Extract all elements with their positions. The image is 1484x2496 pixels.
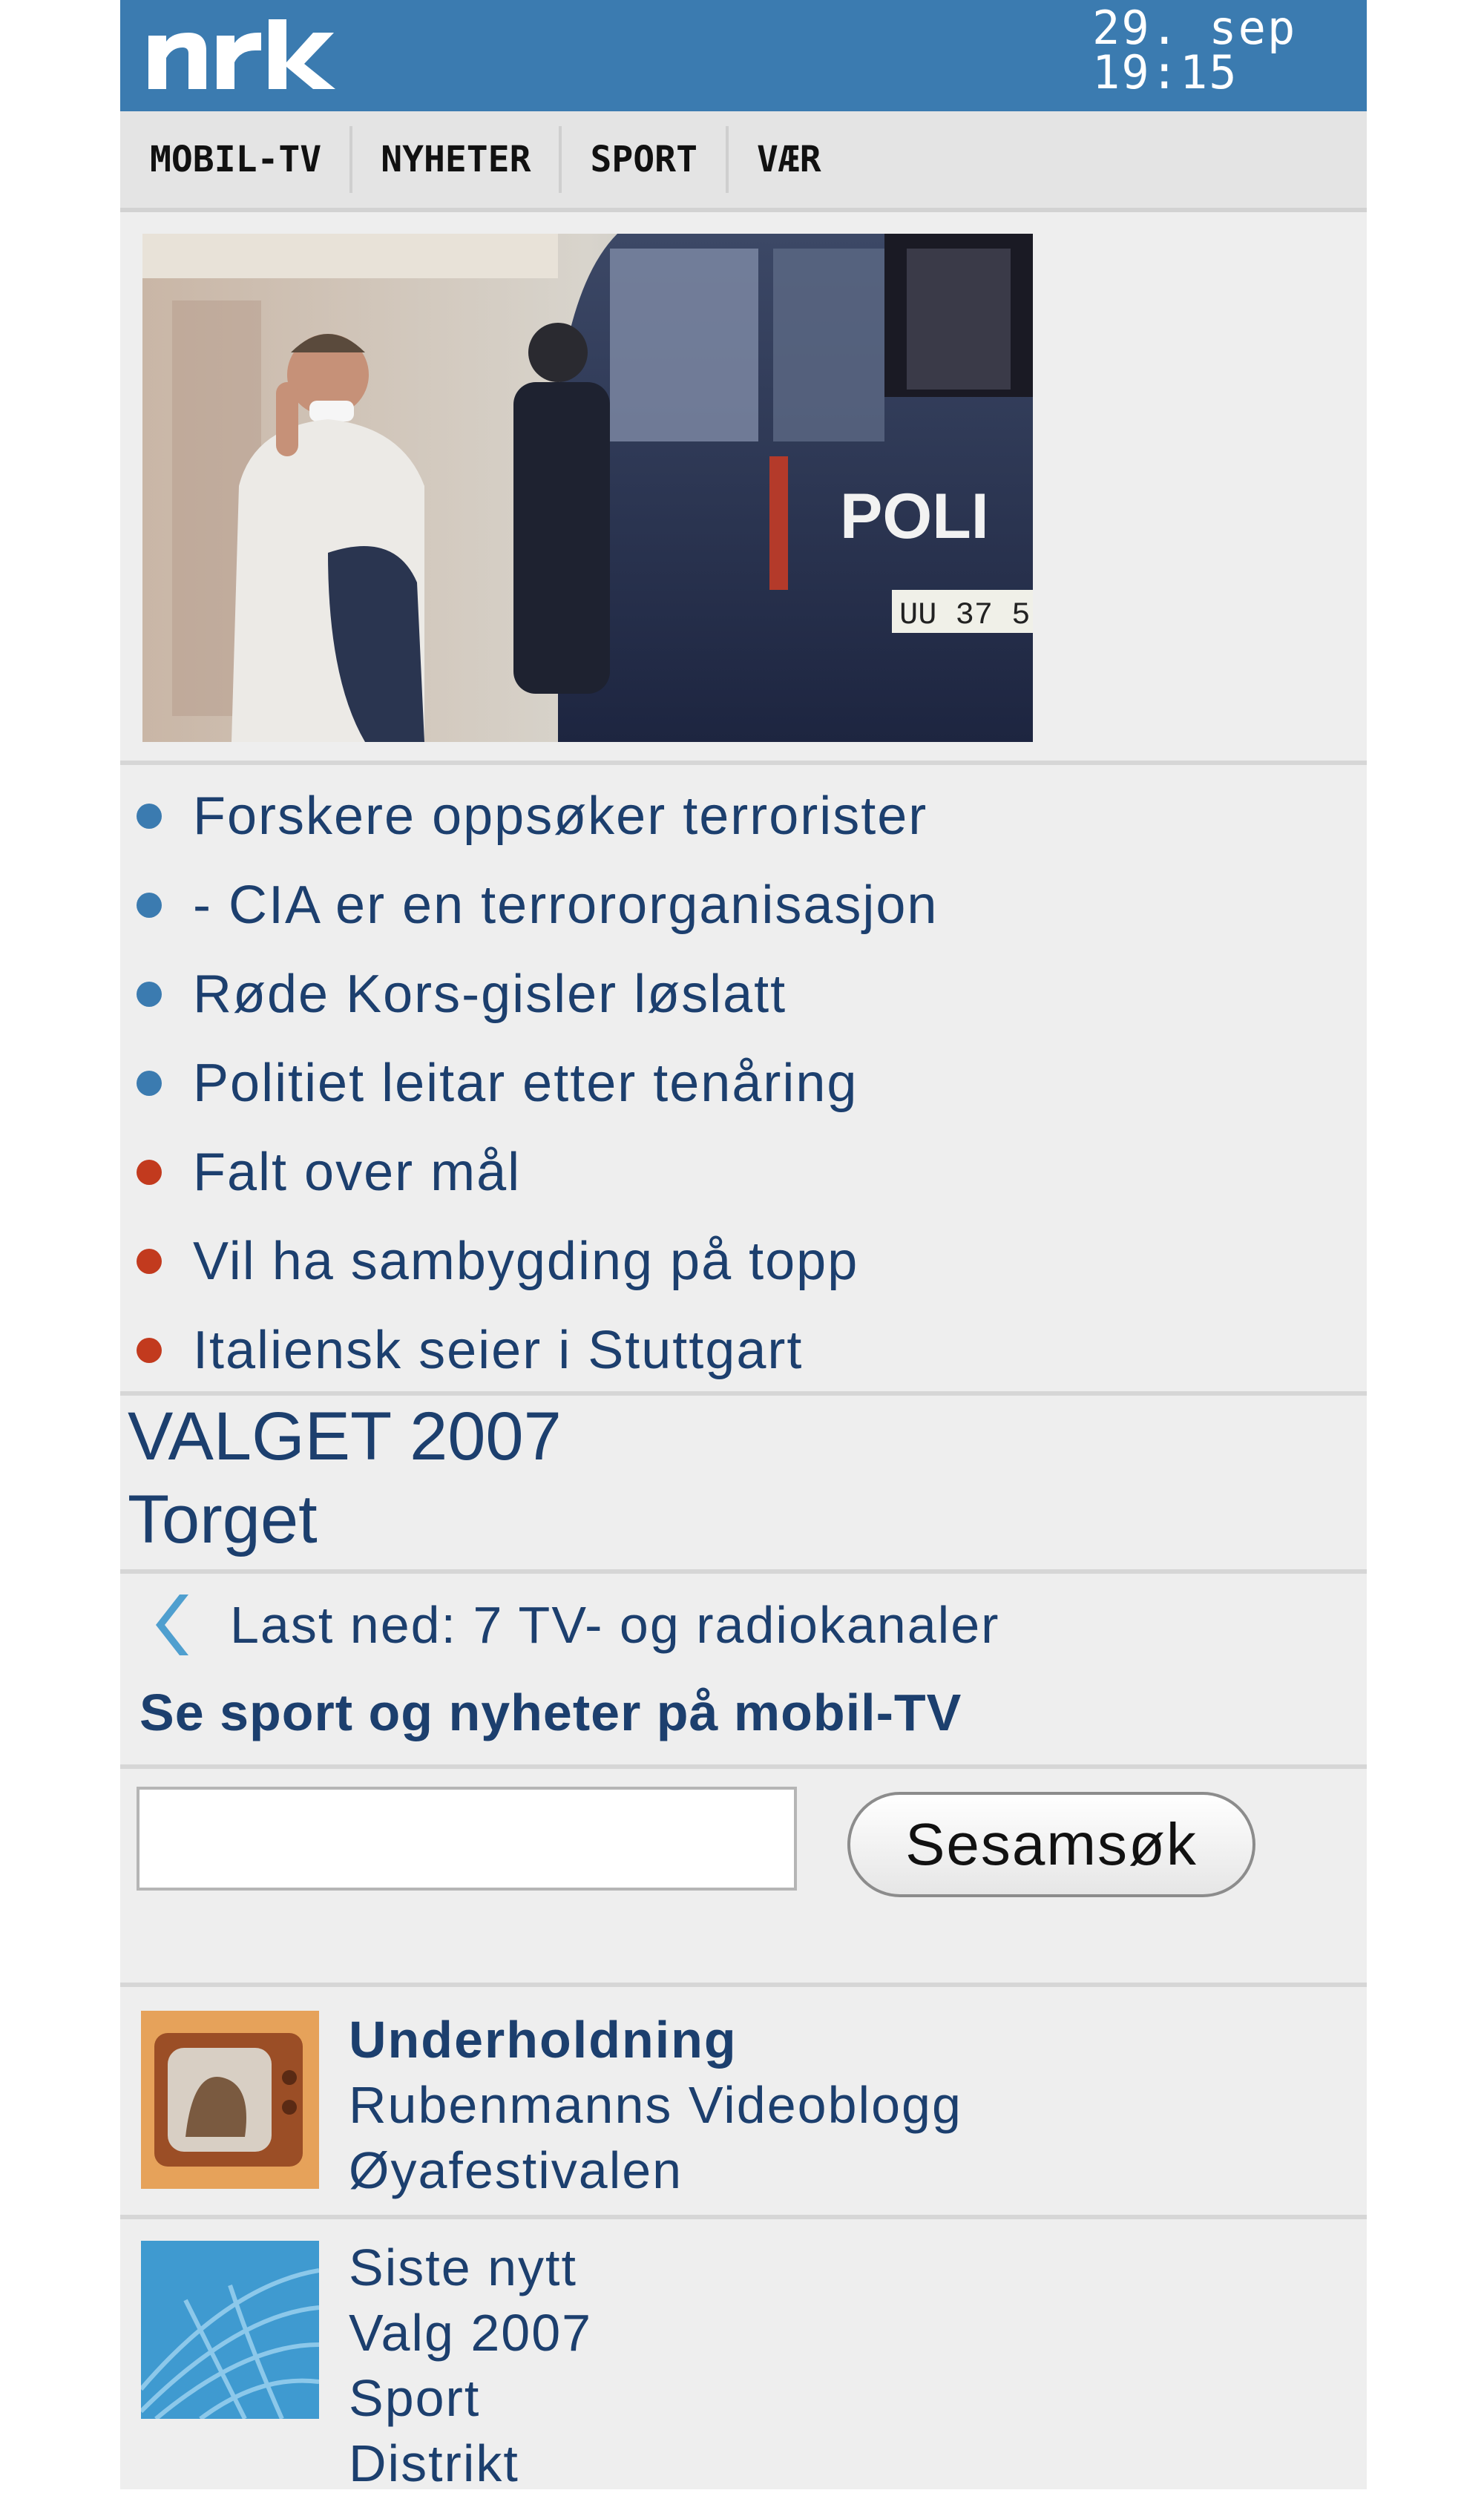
divider [120, 1764, 1367, 1769]
main-nav: MOBIL-TV NYHETER SPORT VÆR [120, 111, 1367, 212]
headline-link[interactable]: Forskere oppsøker terrorister [193, 786, 928, 847]
hero-plate-text: UU 37 5 [899, 597, 1030, 633]
section-link[interactable]: Siste nytt [349, 2235, 592, 2300]
hero-image[interactable]: POLI UU 37 5 [142, 234, 1033, 742]
time-label: 19:15 [1092, 45, 1238, 99]
search-input[interactable] [137, 1787, 797, 1891]
headline-item[interactable]: Falt over mål [120, 1128, 1367, 1217]
divider [120, 2215, 1367, 2219]
divider [120, 1569, 1367, 1574]
promo-download-text[interactable]: Last ned: 7 TV- og radiokanaler [230, 1595, 999, 1655]
promo-download[interactable]: Last ned: 7 TV- og radiokanaler [150, 1592, 999, 1658]
headline-item[interactable]: Forskere oppsøker terrorister [120, 772, 1367, 861]
header-bar: 29. sep 19:15 [120, 0, 1367, 111]
section-heading[interactable]: Underholdning [349, 2007, 962, 2072]
nav-item-nyheter[interactable]: NYHETER [352, 126, 562, 193]
headline-item[interactable]: - CIA er en terrororganisasjon [120, 861, 1367, 950]
date-label: 29. sep [1092, 1, 1297, 55]
headline-list: Forskere oppsøker terrorister - CIA er e… [120, 772, 1367, 1395]
bullet-icon [137, 893, 162, 918]
headline-item[interactable]: Røde Kors-gisler løslatt [120, 950, 1367, 1039]
page: 29. sep 19:15 MOBIL-TV NYHETER SPORT VÆR [120, 0, 1367, 2492]
globe-icon[interactable] [139, 2241, 320, 2421]
section-link[interactable]: Sport [349, 2365, 592, 2431]
section-link[interactable]: Distrikt [349, 2431, 592, 2496]
headline-item[interactable]: Politiet leitar etter tenåring [120, 1039, 1367, 1128]
section-link[interactable]: Rubenmanns Videoblogg [349, 2072, 962, 2138]
hero-police-text: POLI [840, 481, 989, 552]
hero-photo: POLI UU 37 5 [142, 234, 1033, 742]
headline-link[interactable]: Vil ha sambygding på topp [193, 1231, 858, 1292]
nav-item-vaer[interactable]: VÆR [729, 126, 850, 193]
bullet-icon [137, 1338, 162, 1363]
datetime: 29. sep 19:15 [1092, 1, 1345, 99]
search-button[interactable]: Sesamsøk [847, 1792, 1255, 1897]
promo-mobil-tv-link[interactable]: Se sport og nyheter på mobil-TV [139, 1683, 962, 1742]
bullet-icon [137, 804, 162, 829]
headline-link[interactable]: Italiensk seier i Stuttgart [193, 1320, 803, 1381]
bullet-icon [137, 1160, 162, 1185]
headline-item[interactable]: Vil ha sambygding på topp [120, 1217, 1367, 1306]
headline-link[interactable]: - CIA er en terrororganisasjon [193, 875, 938, 936]
headline-link[interactable]: Politiet leitar etter tenåring [193, 1053, 858, 1114]
section-link[interactable]: Øyafestivalen [349, 2138, 962, 2203]
section-link[interactable]: Valg 2007 [349, 2300, 592, 2365]
divider [120, 761, 1367, 765]
torget-link[interactable]: Torget [128, 1478, 562, 1561]
bullet-icon [137, 1249, 162, 1274]
nrk-logo[interactable] [142, 13, 335, 95]
chevron-left-icon [156, 1595, 188, 1655]
headline-link[interactable]: Røde Kors-gisler løslatt [193, 964, 787, 1025]
valget-2007-link[interactable]: VALGET 2007 [128, 1395, 562, 1478]
valget-links: VALGET 2007 Torget [128, 1395, 562, 1561]
section-underholdning: Underholdning Rubenmanns Videoblogg Øyaf… [349, 2007, 962, 2203]
divider [120, 1983, 1367, 1987]
headline-link[interactable]: Falt over mål [193, 1142, 521, 1203]
nav-item-mobil-tv[interactable]: MOBIL-TV [120, 126, 353, 193]
section-nyheter: Siste nytt Valg 2007 Sport Distrikt [349, 2235, 592, 2496]
headline-item[interactable]: Italiensk seier i Stuttgart [120, 1306, 1367, 1395]
tv-icon[interactable] [141, 2011, 319, 2189]
nav-item-sport[interactable]: SPORT [562, 126, 729, 193]
bullet-icon [137, 982, 162, 1007]
bullet-icon [137, 1071, 162, 1096]
